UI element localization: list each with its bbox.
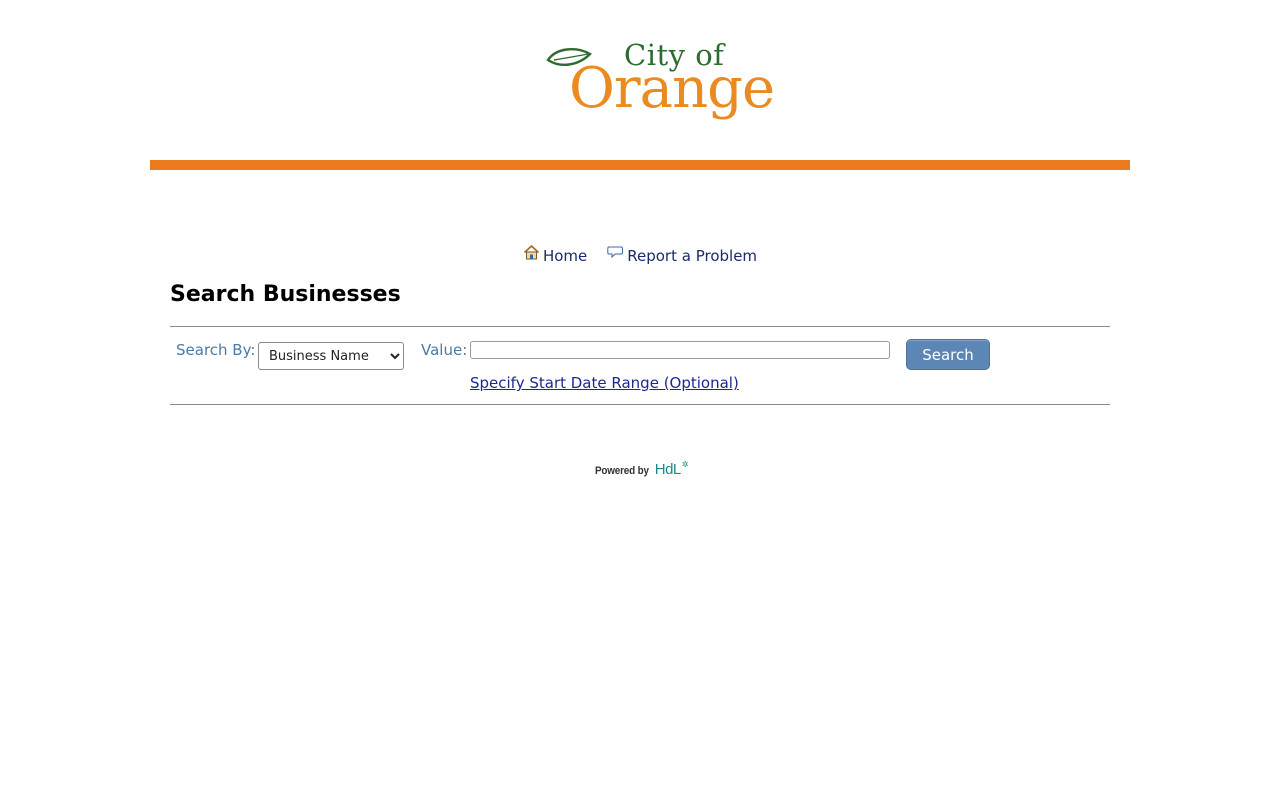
nav-report-problem-link[interactable]: Report a Problem (607, 246, 758, 265)
search-by-select[interactable]: Business Name (258, 342, 404, 370)
powered-by-hdl-logo[interactable]: Powered by HdL ✲ (595, 460, 689, 478)
city-of-orange-logo[interactable]: City of Orange (546, 38, 775, 128)
value-input[interactable] (470, 341, 890, 359)
page-title: Search Businesses (170, 282, 401, 307)
nav-report-problem-label: Report a Problem (627, 247, 758, 265)
nav-home-label: Home (542, 247, 588, 265)
top-nav: Home Report a Problem (0, 244, 1280, 268)
logo-line-orange: Orange (569, 56, 775, 121)
speech-bubble-icon (607, 246, 624, 258)
nav-home-link[interactable]: Home (523, 244, 588, 265)
powered-by-text: Powered by (595, 465, 649, 477)
search-bottom-divider (170, 404, 1110, 405)
house-icon (523, 244, 539, 259)
search-by-label: Search By: (176, 341, 256, 359)
hdl-brand-text: HdL (654, 461, 682, 478)
header-divider-bar (150, 160, 1130, 170)
search-top-divider (170, 326, 1110, 327)
page: City of Orange Home Report a Problem Sea… (0, 0, 1280, 800)
value-label: Value: (421, 341, 468, 359)
search-button[interactable]: Search (906, 339, 990, 370)
sparkle-icon: ✲ (681, 460, 689, 469)
specify-date-range-link[interactable]: Specify Start Date Range (Optional) (470, 373, 739, 393)
